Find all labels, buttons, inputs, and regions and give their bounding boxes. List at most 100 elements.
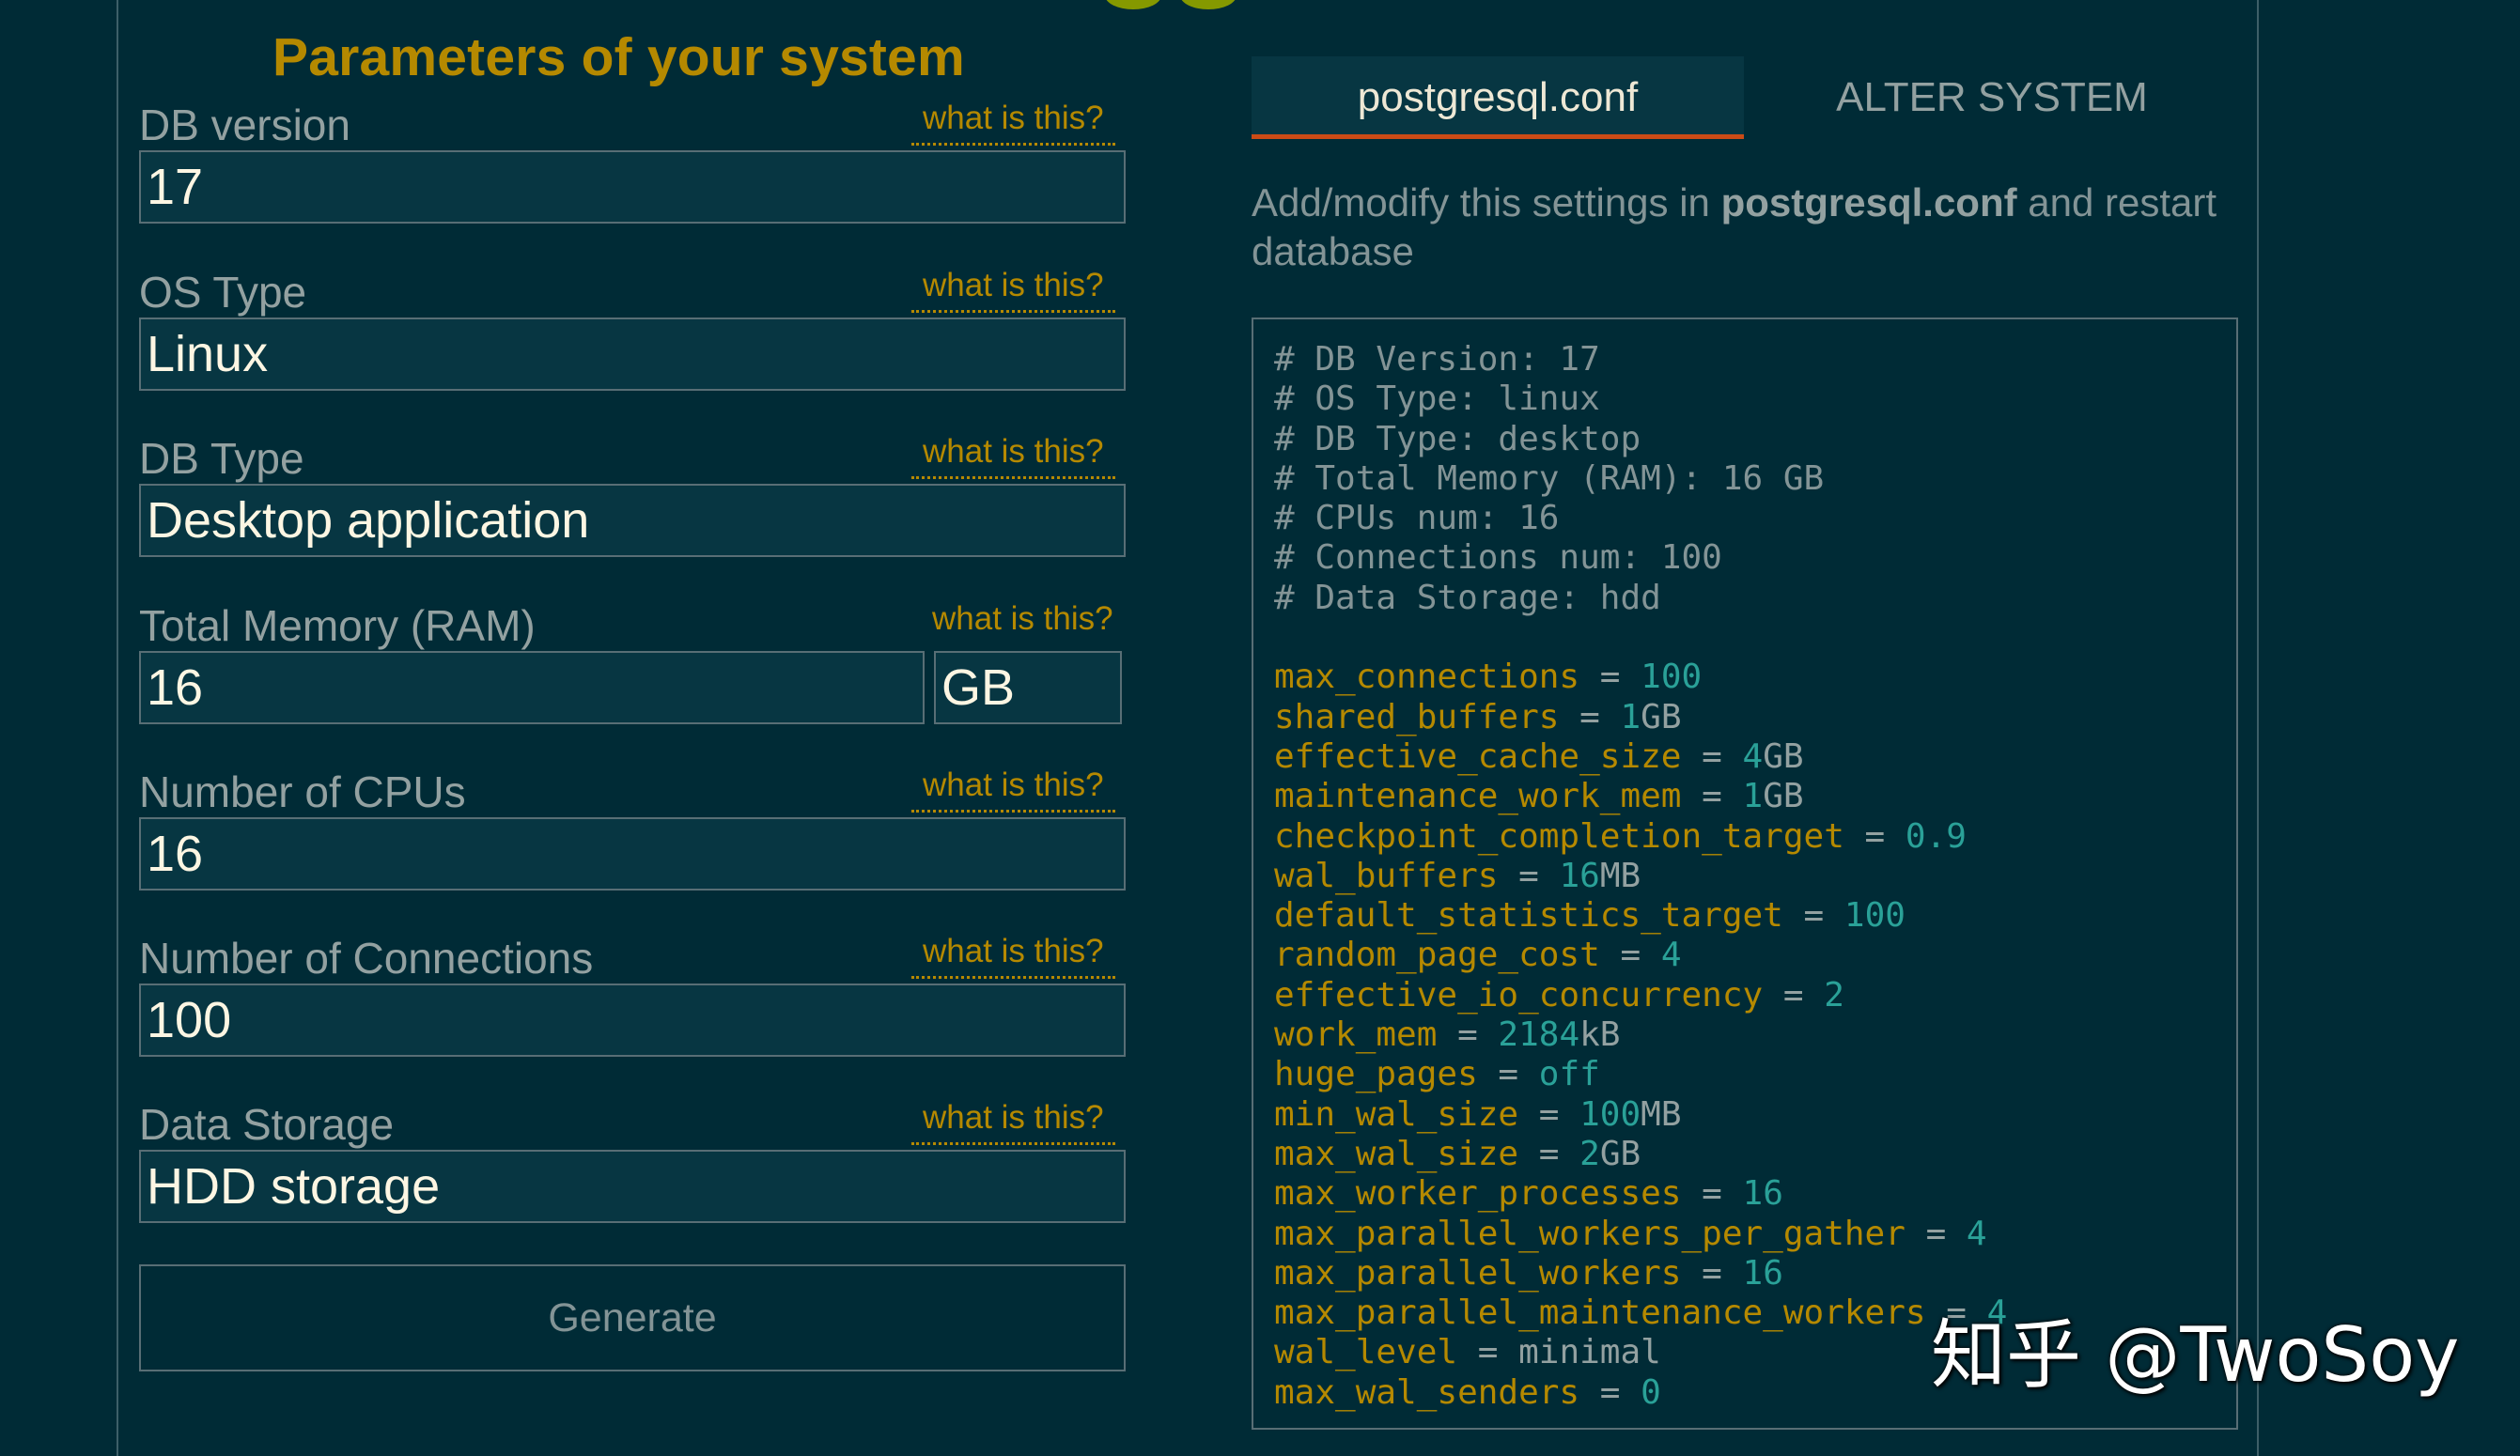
os-type-select[interactable]: Linux: [139, 318, 1126, 391]
setting-equals: =: [1681, 1174, 1743, 1214]
config-setting: default_statistics_target = 100: [1274, 896, 2236, 936]
setting-unit: MB: [1641, 1094, 1682, 1134]
setting-key: max_wal_size: [1274, 1134, 1519, 1173]
config-setting: max_wal_size = 2GB: [1274, 1135, 2236, 1174]
config-setting: shared_buffers = 1GB: [1274, 698, 2236, 737]
watermark: 知乎 @TwoSoy: [1931, 1311, 2460, 1399]
config-comment: # Total Memory (RAM): 16 GB: [1274, 458, 1825, 498]
config-comment: # OS Type: linux: [1274, 379, 1600, 419]
setting-key: checkpoint_completion_target: [1274, 816, 1844, 856]
setting-unit: GB: [1641, 697, 1682, 736]
config-setting: maintenance_work_mem = 1GB: [1274, 777, 2236, 816]
setting-equals: =: [1843, 816, 1906, 856]
config-instructions: Add/modify this settings in postgresql.c…: [1252, 178, 2238, 276]
os-type-label: OS Type: [139, 268, 307, 317]
setting-key: max_worker_processes: [1274, 1174, 1682, 1214]
intro-text: Add/modify this settings in: [1252, 180, 1721, 225]
cpus-help-link[interactable]: what is this?: [911, 767, 1115, 813]
config-comment: # DB Type: desktop: [1274, 419, 1641, 458]
setting-key: wal_level: [1274, 1333, 1458, 1372]
setting-key: huge_pages: [1274, 1055, 1478, 1094]
setting-equals: =: [1518, 1094, 1580, 1134]
setting-unit: GB: [1599, 1134, 1641, 1173]
generate-button[interactable]: Generate: [139, 1264, 1126, 1371]
config-setting: max_parallel_workers = 16: [1274, 1254, 2236, 1293]
setting-key: max_parallel_workers: [1274, 1253, 1682, 1293]
setting-value: 0.9: [1905, 816, 1967, 856]
setting-value: 2: [1824, 975, 1844, 1015]
connections-input[interactable]: 100: [139, 984, 1126, 1057]
memory-label: Total Memory (RAM): [139, 601, 536, 650]
config-setting: max_worker_processes = 16: [1274, 1174, 2236, 1214]
setting-value: 16: [1559, 856, 1600, 895]
setting-key: work_mem: [1274, 1015, 1438, 1055]
setting-value: 1: [1620, 697, 1641, 736]
setting-equals: =: [1579, 1372, 1641, 1412]
setting-equals: =: [1518, 1134, 1580, 1173]
setting-value: 2184: [1498, 1015, 1580, 1055]
intro-filename: postgresql.conf: [1720, 180, 2017, 225]
setting-equals: =: [1559, 697, 1621, 736]
db-type-select[interactable]: Desktop application: [139, 484, 1126, 557]
setting-key: max_parallel_maintenance_workers: [1274, 1293, 1926, 1333]
setting-key: default_statistics_target: [1274, 896, 1783, 936]
config-comment: # Connections num: 100: [1274, 538, 1722, 578]
os-type-help-link[interactable]: what is this?: [911, 267, 1115, 313]
setting-unit: minimal: [1518, 1333, 1661, 1372]
setting-key: wal_buffers: [1274, 856, 1499, 895]
config-setting: min_wal_size = 100MB: [1274, 1095, 2236, 1135]
config-setting: effective_io_concurrency = 2: [1274, 976, 2236, 1015]
config-comment: # CPUs num: 16: [1274, 499, 1560, 538]
config-setting: max_parallel_workers_per_gather = 4: [1274, 1215, 2236, 1254]
setting-equals: =: [1681, 777, 1743, 816]
cpus-input[interactable]: 16: [139, 817, 1126, 891]
connections-help-link[interactable]: what is this?: [911, 933, 1115, 979]
setting-value: 1: [1742, 777, 1764, 816]
memory-unit-select[interactable]: GB: [934, 651, 1122, 724]
tab-alter-system[interactable]: ALTER SYSTEM: [1748, 56, 2236, 139]
config-output[interactable]: # DB Version: 17 # OS Type: linux # DB Typ…: [1252, 318, 2238, 1430]
storage-help-link[interactable]: what is this?: [911, 1099, 1115, 1145]
storage-label: Data Storage: [139, 1100, 395, 1149]
setting-key: shared_buffers: [1274, 697, 1560, 736]
config-setting: work_mem = 2184kB: [1274, 1015, 2236, 1055]
setting-equals: =: [1579, 658, 1641, 697]
config-setting: checkpoint_completion_target = 0.9: [1274, 817, 2236, 857]
db-type-help-link[interactable]: what is this?: [911, 433, 1115, 479]
setting-key: effective_io_concurrency: [1274, 975, 1764, 1015]
config-setting: effective_cache_size = 4GB: [1274, 737, 2236, 777]
setting-key: effective_cache_size: [1274, 736, 1682, 776]
form-title: Parameters of your system: [272, 27, 965, 87]
setting-value: 100: [1843, 896, 1906, 936]
setting-key: min_wal_size: [1274, 1094, 1519, 1134]
setting-unit: GB: [1763, 777, 1804, 816]
logo-icon: [1105, 0, 1293, 11]
setting-value: off: [1538, 1055, 1600, 1094]
db-version-label: DB version: [139, 101, 350, 149]
setting-key: maintenance_work_mem: [1274, 777, 1682, 816]
setting-value: 2: [1579, 1134, 1600, 1173]
setting-equals: =: [1905, 1214, 1967, 1253]
tab-postgresql-conf[interactable]: postgresql.conf: [1252, 56, 1744, 139]
config-setting: random_page_cost = 4: [1274, 936, 2236, 975]
config-comment: # Data Storage: hdd: [1274, 578, 1661, 617]
setting-equals: =: [1457, 1333, 1519, 1372]
setting-unit: kB: [1579, 1015, 1621, 1055]
setting-key: max_wal_senders: [1274, 1372, 1580, 1412]
setting-value: 4: [1660, 936, 1682, 975]
connections-label: Number of Connections: [139, 934, 594, 983]
setting-key: random_page_cost: [1274, 936, 1600, 975]
setting-unit: MB: [1599, 856, 1641, 895]
memory-help-link[interactable]: what is this?: [921, 600, 1125, 643]
setting-equals: =: [1681, 736, 1743, 776]
memory-input[interactable]: 16: [139, 651, 925, 724]
setting-value: 4: [1966, 1214, 1987, 1253]
setting-value: 0: [1641, 1372, 1661, 1412]
storage-select[interactable]: HDD storage: [139, 1150, 1126, 1223]
db-version-help-link[interactable]: what is this?: [911, 100, 1115, 146]
setting-unit: GB: [1763, 736, 1804, 776]
setting-equals: =: [1498, 856, 1560, 895]
db-version-select[interactable]: 17: [139, 150, 1126, 224]
setting-value: 16: [1742, 1253, 1783, 1293]
